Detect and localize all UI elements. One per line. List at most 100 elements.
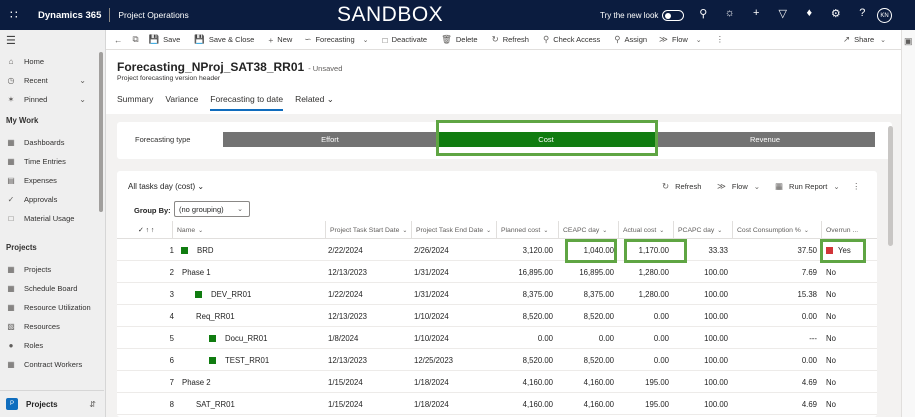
- top-icons: ⚲ ☼ + ▽ ♦ ⚙ ?: [690, 7, 876, 20]
- save-icon: 💾: [148, 34, 160, 44]
- save-button[interactable]: 💾 Save: [149, 34, 181, 45]
- module-name[interactable]: Project Operations: [118, 10, 188, 20]
- save-close-icon: 💾: [194, 34, 205, 44]
- help-icon[interactable]: ?: [849, 7, 876, 20]
- column-header-overrun[interactable]: Overrun ...: [821, 221, 877, 239]
- search-icon[interactable]: ⚲: [690, 7, 717, 20]
- select-all-checkbox[interactable]: ✓ ↑ ↑: [134, 221, 172, 239]
- copilot-icon[interactable]: ▣: [904, 36, 913, 47]
- try-new-look[interactable]: Try the new look: [600, 10, 685, 21]
- view-selector[interactable]: All tasks day (cost) ⌄: [128, 182, 204, 191]
- save-close-button[interactable]: 💾 Save & Close: [194, 34, 254, 45]
- tab-forecasting-to-date[interactable]: Forecasting to date: [210, 94, 283, 113]
- planned-cost-cell: 8,520.00: [522, 355, 553, 365]
- sidebar-item-dashboards[interactable]: ▦ Dashboards: [0, 133, 104, 151]
- check-access-button[interactable]: ⚲ Check Access: [543, 34, 600, 45]
- tab-variance[interactable]: Variance: [165, 94, 198, 113]
- tab-summary[interactable]: Summary: [117, 94, 153, 113]
- column-header-end-date[interactable]: Project Task End Date ⌄: [411, 221, 496, 239]
- sidebar-item-home[interactable]: ⌂ Home: [0, 52, 104, 70]
- forecasting-button[interactable]: ∽ Forecasting ⌄: [304, 34, 368, 45]
- sidebar-item-label: Home: [24, 56, 45, 66]
- back-button[interactable]: ←: [114, 35, 127, 45]
- overrun-cell: No: [826, 305, 836, 327]
- table-row[interactable]: 8 SAT_RR01 1/15/2024 1/18/2024 4,160.00 4,160…: [117, 393, 877, 415]
- hamburger-icon[interactable]: ☰: [6, 34, 16, 47]
- sidebar-item-schedule-board[interactable]: ▦ Schedule Board: [0, 279, 104, 297]
- grid-flow-button[interactable]: ≫ Flow ⌄: [717, 181, 760, 192]
- share-button[interactable]: ↗ Share ⌄: [843, 34, 886, 45]
- overrun-cell: No: [826, 393, 836, 415]
- table-row[interactable]: 1 BRD 2/22/2024 2/26/2024 3,120.00 1,040.00 1,…: [117, 239, 877, 261]
- try-new-look-toggle[interactable]: [662, 10, 685, 21]
- sidebar-item-material-usage[interactable]: □ Material Usage: [0, 209, 104, 227]
- sidebar-item-pinned[interactable]: ✶ Pinned ⌄: [0, 90, 104, 108]
- record-title: Forecasting_NProj_SAT38_RR01: [117, 60, 305, 74]
- app-name[interactable]: Dynamics 365: [38, 10, 101, 21]
- sidebar-item-expenses[interactable]: ▤ Expenses: [0, 171, 104, 189]
- lightbulb-icon[interactable]: ☼: [717, 7, 744, 20]
- refresh-button[interactable]: ↻ Refresh: [492, 34, 529, 45]
- new-button[interactable]: + New: [268, 35, 292, 45]
- filter-icon[interactable]: ▽: [770, 7, 797, 20]
- sidebar-item-time-entries[interactable]: ▦ Time Entries: [0, 152, 104, 170]
- run-report-button[interactable]: ▦ Run Report ⌄: [775, 181, 840, 192]
- sidebar-item-contract-workers[interactable]: ▦ Contract Workers: [0, 355, 104, 373]
- gear-icon[interactable]: ⚙: [823, 7, 850, 20]
- table-row[interactable]: 6 TEST_RR01 12/13/2023 12/25/2023 8,520.00 8,…: [117, 349, 877, 371]
- tab-related[interactable]: Related ⌄: [295, 94, 334, 113]
- overrun-value: No: [826, 267, 836, 277]
- sidebar-item-resource-utilization[interactable]: ▦ Resource Utilization: [0, 298, 104, 316]
- more-commands-button[interactable]: ⋮: [716, 34, 729, 45]
- chevron-down-icon: ⌄: [803, 227, 809, 234]
- column-header-cost-consumption[interactable]: Cost Consumption % ⌄: [732, 221, 821, 239]
- grid-more-button[interactable]: ⋮: [852, 181, 867, 192]
- open-new-window-button[interactable]: ⧉: [133, 34, 143, 45]
- table-row[interactable]: 2 Phase 1 12/13/2023 1/31/2024 16,895.00 16,8…: [117, 261, 877, 283]
- grid-scrollbar[interactable]: [888, 126, 893, 246]
- column-header-start-date[interactable]: Project Task Start Date ⌄: [325, 221, 411, 239]
- column-header-ceapc-day[interactable]: CEAPC day ⌄: [558, 221, 618, 239]
- table-row[interactable]: 7 Phase 2 1/15/2024 1/18/2024 4,160.00 4,160.…: [117, 371, 877, 393]
- assign-button[interactable]: ⚲ Assign: [614, 34, 647, 45]
- column-header-pcapc-day[interactable]: PCAPC day ⌄: [673, 221, 732, 239]
- deactivate-button[interactable]: □ Deactivate: [383, 35, 428, 45]
- app-launcher-icon[interactable]: ∷: [10, 8, 26, 22]
- task-name-cell[interactable]: TEST_RR01: [225, 349, 269, 371]
- table-row[interactable]: 3 DEV_RR01 1/22/2024 1/31/2024 8,375.00 8,375…: [117, 283, 877, 305]
- forecast-type-effort-option[interactable]: Effort: [223, 132, 437, 147]
- task-name-cell[interactable]: Phase 1: [182, 261, 211, 283]
- flow-button[interactable]: ≫ Flow ⌄: [659, 34, 702, 45]
- sidebar-item-approvals[interactable]: ✓ Approvals: [0, 190, 104, 208]
- sidebar-item-projects[interactable]: ▦ Projects: [0, 260, 104, 278]
- column-header-planned-cost[interactable]: Planned cost ⌄: [496, 221, 558, 239]
- task-name-cell[interactable]: Docu_RR01: [225, 327, 267, 349]
- bell-icon[interactable]: ♦: [796, 7, 823, 20]
- plus-icon[interactable]: +: [743, 7, 770, 20]
- column-header-actual-cost[interactable]: Actual cost ⌄: [618, 221, 673, 239]
- area-switcher[interactable]: P Projects ⇵: [0, 390, 104, 417]
- delete-button[interactable]: 🗑 Delete: [441, 34, 477, 45]
- sidebar-item-label: Resources: [24, 321, 60, 331]
- task-name-cell[interactable]: BRD: [197, 239, 213, 261]
- table-row[interactable]: 4 Req_RR01 12/13/2023 1/10/2024 8,520.00 8,52…: [117, 305, 877, 327]
- sidebar-item-resources[interactable]: ▧ Resources: [0, 317, 104, 335]
- overrun-cell: No: [826, 349, 836, 371]
- avatar[interactable]: KN: [877, 8, 892, 23]
- forecast-type-revenue-option[interactable]: Revenue: [655, 132, 875, 147]
- sidebar-item-recent[interactable]: ◷ Recent ⌄: [0, 71, 104, 89]
- task-name-cell[interactable]: Req_RR01: [196, 305, 235, 327]
- task-name-cell[interactable]: Phase 2: [182, 371, 211, 393]
- group-by-select[interactable]: (no grouping) ⌄: [174, 201, 250, 217]
- sidebar-scrollbar[interactable]: [99, 52, 103, 212]
- grid-refresh-button[interactable]: ↻ Refresh: [662, 181, 701, 192]
- chevron-down-icon[interactable]: ⌄: [79, 76, 86, 85]
- task-name-cell[interactable]: SAT_RR01: [196, 393, 235, 415]
- task-name-cell[interactable]: DEV_RR01: [211, 283, 251, 305]
- more-vertical-icon: ⋮: [715, 34, 725, 44]
- chevron-down-icon[interactable]: ⌄: [79, 95, 86, 104]
- column-header-name[interactable]: Name ⌄: [172, 221, 325, 239]
- table-row[interactable]: 5 Docu_RR01 1/8/2024 1/10/2024 0.00 0.00 0.00 1…: [117, 327, 877, 349]
- sidebar-item-roles[interactable]: ● Roles: [0, 336, 104, 354]
- view-name: All tasks day (cost): [128, 182, 196, 191]
